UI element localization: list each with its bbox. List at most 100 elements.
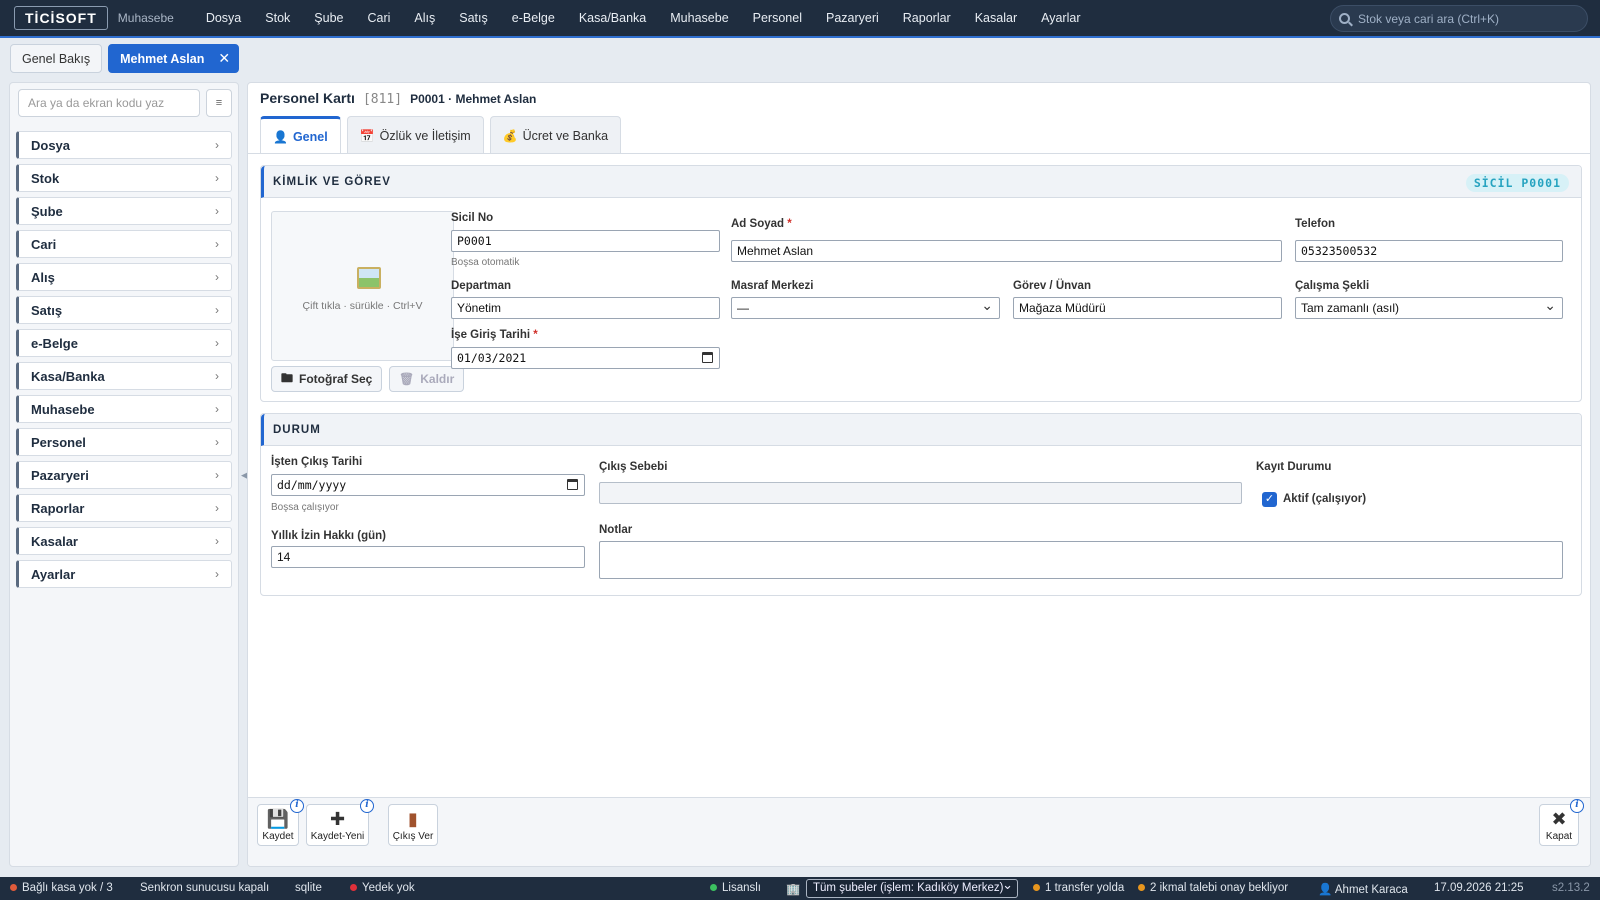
cikis-sebebi-input[interactable] xyxy=(599,482,1242,504)
info-icon[interactable]: i xyxy=(360,799,374,813)
sidebar-item-label: Stok xyxy=(31,170,60,186)
photo-hint: Çift tıkla · sürükle · Ctrl+V xyxy=(302,300,423,312)
menu-sube[interactable]: Şube xyxy=(302,0,355,36)
chevron-right-icon: › xyxy=(215,435,219,449)
sidebar-list: Dosya › Stok › Şube › Cari › Alış › Satış › e-… xyxy=(16,131,232,593)
doc-tab-label: Mehmet Aslan xyxy=(120,51,205,66)
photo-remove-button[interactable]: 🗑 Kaldır xyxy=(389,366,465,392)
close-button[interactable]: ✖ Kapat i xyxy=(1539,799,1584,846)
ad-soyad-label: Ad Soyad * xyxy=(731,218,792,230)
cikis-tarihi-input[interactable]: dd/mm/yyyy xyxy=(271,474,585,496)
sidebar-item-ayarlar[interactable]: Ayarlar › xyxy=(16,560,232,588)
save-label: Kaydet xyxy=(262,831,294,842)
sicil-input[interactable]: P0001 xyxy=(451,230,720,252)
sidebar-item-personel[interactable]: Personel › xyxy=(16,428,232,456)
save-new-label: Kaydet-Yeni xyxy=(310,831,365,842)
departman-input[interactable]: Yönetim xyxy=(451,297,720,319)
tab-ucret-banka[interactable]: 💰 Ücret ve Banka xyxy=(489,116,622,154)
doc-tab-mehmet-aslan[interactable]: Mehmet Aslan ✕ xyxy=(108,44,240,73)
menu-kasa-banka[interactable]: Kasa/Banka xyxy=(567,0,658,36)
sicil-hint: Boşsa otomatik xyxy=(451,257,520,268)
door-icon: ▮ xyxy=(408,809,418,829)
ad-soyad-input[interactable]: Mehmet Aslan xyxy=(731,240,1282,262)
notlar-label: Notlar xyxy=(599,524,633,536)
status-bar: Bağlı kasa yok / 3 Senkron sunucusu kapa… xyxy=(0,876,1600,900)
transfer-status[interactable]: 1 transfer yolda xyxy=(1033,882,1124,894)
chevron-right-icon: › xyxy=(215,468,219,482)
calendar-icon[interactable] xyxy=(567,479,578,490)
datetime: 17.09.2026 21:25 xyxy=(1434,882,1524,894)
sidebar-item-cari[interactable]: Cari › xyxy=(16,230,232,258)
izin-input[interactable]: 14 xyxy=(271,546,585,568)
doc-tab-overview[interactable]: Genel Bakış xyxy=(10,44,103,73)
telefon-input[interactable]: 05323500532 xyxy=(1295,240,1563,262)
menu-pazaryeri[interactable]: Pazaryeri xyxy=(814,0,891,36)
branch-select[interactable]: Tüm şubeler (işlem: Kadıköy Merkez) xyxy=(806,876,1018,898)
gorev-label: Görev / Ünvan xyxy=(1013,280,1091,292)
menu-cari[interactable]: Cari xyxy=(355,0,402,36)
chevron-right-icon: › xyxy=(215,402,219,416)
close-icon[interactable]: ✕ xyxy=(218,50,230,67)
menu-ayarlar[interactable]: Ayarlar xyxy=(1029,0,1092,36)
menu-personel[interactable]: Personel xyxy=(741,0,814,36)
list-icon[interactable]: ≡ xyxy=(206,89,232,117)
sidebar-item-ebelge[interactable]: e-Belge › xyxy=(16,329,232,357)
tab-label: Özlük ve İletişim xyxy=(379,128,471,143)
tab-genel[interactable]: 👤 Genel xyxy=(260,116,341,154)
photo-dropzone[interactable]: Çift tıkla · sürükle · Ctrl+V xyxy=(271,211,454,361)
sidebar-item-sube[interactable]: Şube › xyxy=(16,197,232,225)
chevron-right-icon: › xyxy=(215,270,219,284)
menu-stok[interactable]: Stok xyxy=(253,0,302,36)
action-bar: 💾 Kaydet i ✚ Kaydet-Yeni i ▮ Çıkış Ver ✖… xyxy=(248,797,1590,866)
sidebar-item-stok[interactable]: Stok › xyxy=(16,164,232,192)
status-dot xyxy=(710,884,717,891)
aktif-label[interactable]: Aktif (çalışıyor) xyxy=(1283,493,1366,505)
app-logo[interactable]: TİCİSOFT xyxy=(14,6,108,30)
sidebar-item-alis[interactable]: Alış › xyxy=(16,263,232,291)
aktif-checkbox[interactable]: ✓ xyxy=(1262,492,1277,507)
chevron-right-icon: › xyxy=(215,138,219,152)
sidebar-item-label: e-Belge xyxy=(31,335,78,351)
global-search-input[interactable]: Stok veya cari ara (Ctrl+K) xyxy=(1330,5,1588,32)
menu-dosya[interactable]: Dosya xyxy=(194,0,253,36)
save-button[interactable]: 💾 Kaydet i xyxy=(257,799,304,846)
masraf-merkezi-select[interactable]: — xyxy=(731,295,1000,319)
sidebar-item-pazaryeri[interactable]: Pazaryeri › xyxy=(16,461,232,489)
sidebar-item-muhasebe[interactable]: Muhasebe › xyxy=(16,395,232,423)
save-new-button[interactable]: ✚ Kaydet-Yeni i xyxy=(306,799,374,846)
notlar-textarea[interactable] xyxy=(599,541,1563,579)
db-status: sqlite xyxy=(295,882,322,894)
sicil-label: Sicil No xyxy=(451,212,494,224)
calisma-sekli-select[interactable]: Tam zamanlı (asıl) xyxy=(1295,295,1563,319)
menu-alis[interactable]: Alış xyxy=(402,0,447,36)
calendar-icon[interactable] xyxy=(702,352,713,363)
sidebar-item-satis[interactable]: Satış › xyxy=(16,296,232,324)
izin-label: Yıllık İzin Hakkı (gün) xyxy=(271,530,387,542)
identity-section-header: KİMLİK VE GÖREV xyxy=(261,166,1581,198)
exit-label: Çıkış Ver xyxy=(392,831,434,842)
identity-section: KİMLİK VE GÖREV SİCİL P0001 Çift tıkla ·… xyxy=(260,165,1582,402)
ikmal-status-text: 2 ikmal talebi onay bekliyor xyxy=(1150,882,1289,894)
info-icon[interactable]: i xyxy=(290,799,304,813)
giris-tarihi-input[interactable]: 01/03/2021 xyxy=(451,347,720,369)
menu-ebelge[interactable]: e-Belge xyxy=(500,0,567,36)
sidebar-search-input[interactable]: Ara ya da ekran kodu yaz xyxy=(18,89,200,117)
info-icon[interactable]: i xyxy=(1570,799,1584,813)
sidebar-item-kasa-banka[interactable]: Kasa/Banka › xyxy=(16,362,232,390)
menu-raporlar[interactable]: Raporlar xyxy=(891,0,963,36)
main-menu: Dosya Stok Şube Cari Alış Satış e-Belge … xyxy=(194,0,1093,36)
user-status[interactable]: 👤 Ahmet Karaca xyxy=(1318,882,1408,896)
giris-tarihi-label: İşe Giriş Tarihi * xyxy=(451,329,538,341)
photo-select-button[interactable]: 🖿 Fotoğraf Seç xyxy=(271,366,383,392)
tab-ozluk-iletisim[interactable]: 📅 Özlük ve İletişim xyxy=(346,116,484,154)
ikmal-status[interactable]: 2 ikmal talebi onay bekliyor xyxy=(1138,882,1288,894)
menu-satis[interactable]: Satış xyxy=(447,0,500,36)
sidebar-item-kasalar[interactable]: Kasalar › xyxy=(16,527,232,555)
exit-employee-button[interactable]: ▮ Çıkış Ver xyxy=(388,804,438,846)
sidebar-item-raporlar[interactable]: Raporlar › xyxy=(16,494,232,522)
menu-muhasebe[interactable]: Muhasebe xyxy=(658,0,740,36)
sidebar-item-dosya[interactable]: Dosya › xyxy=(16,131,232,159)
screen-code: [811] xyxy=(362,92,403,107)
gorev-input[interactable]: Mağaza Müdürü xyxy=(1013,297,1282,319)
menu-kasalar[interactable]: Kasalar xyxy=(963,0,1029,36)
